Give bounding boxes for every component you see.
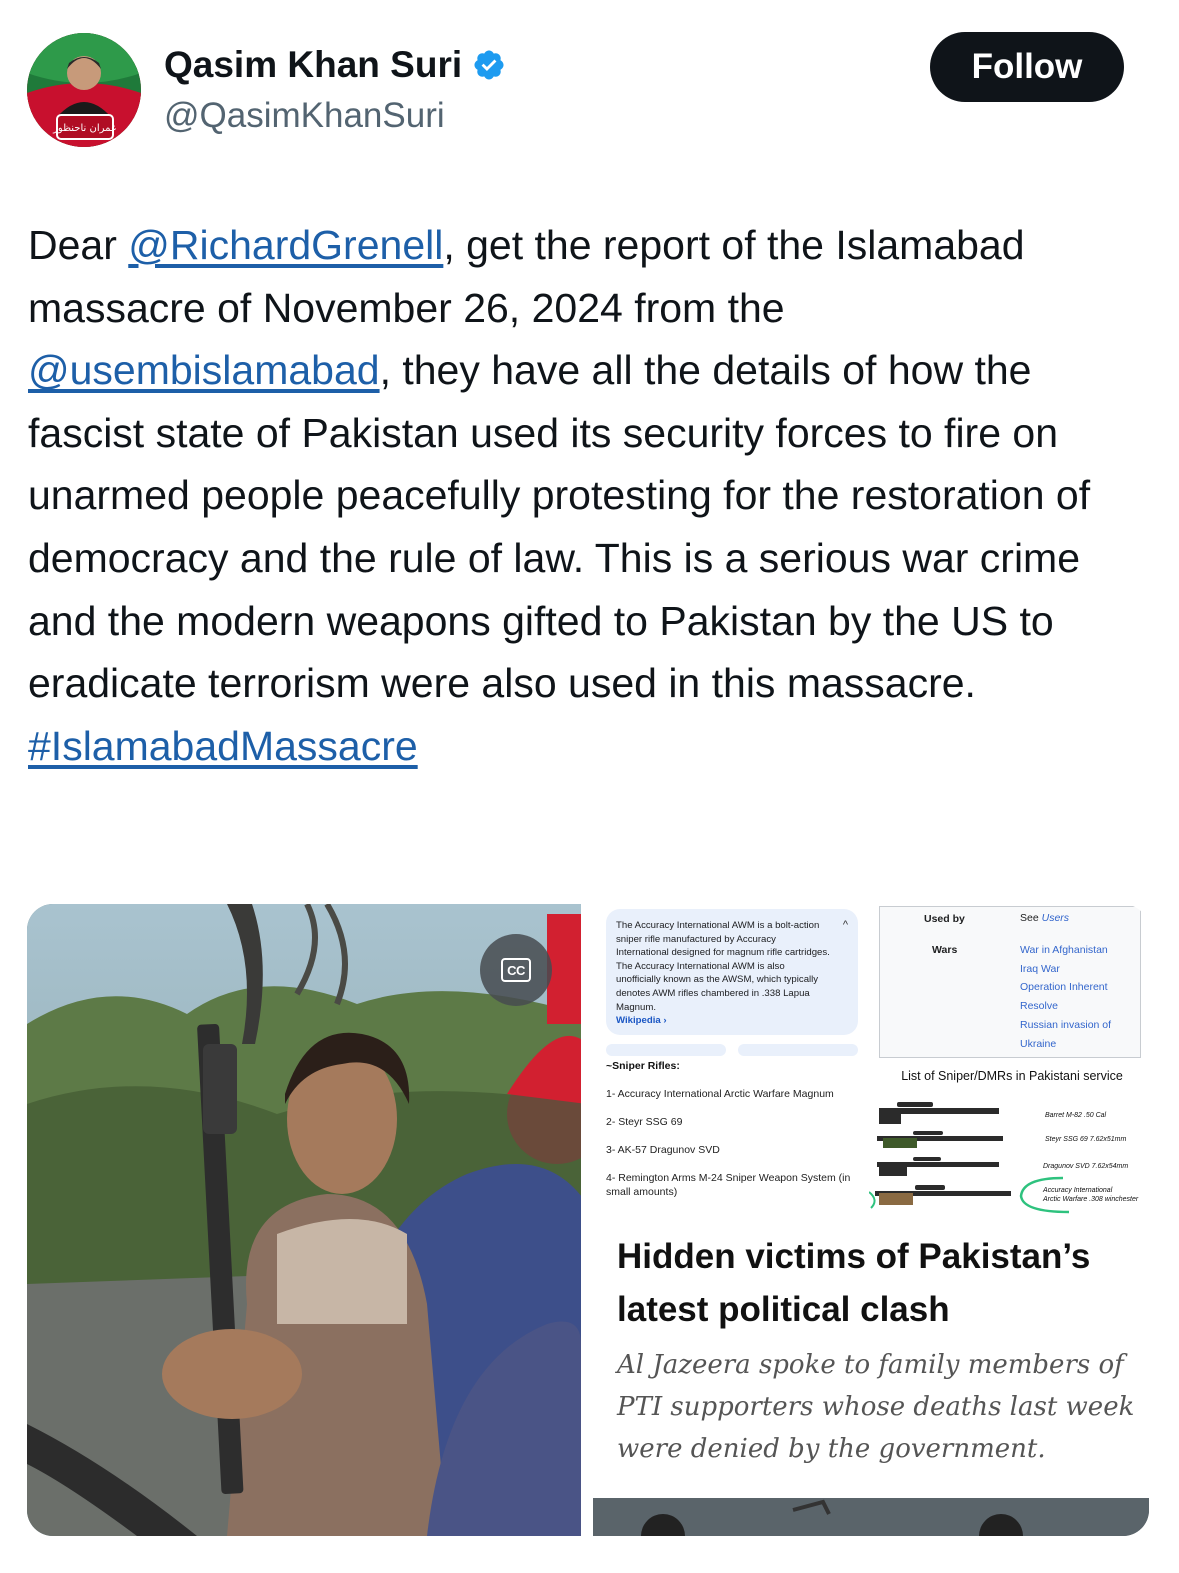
infobox-used-by-label: Used by <box>924 913 965 925</box>
sniper-list-item: 4- Remington Arms M-24 Sniper Weapon Sys… <box>606 1172 851 1198</box>
tweet-text-part: Dear <box>28 222 129 268</box>
sniper-list-item: 3- AK-57 Dragunov SVD <box>606 1144 720 1156</box>
highlight-circle-icon <box>1019 1176 1070 1214</box>
search-chip <box>606 1044 726 1056</box>
article-photo-strip <box>593 1498 1149 1536</box>
weapons-list-title: List of Sniper/DMRs in Pakistani service <box>901 1069 1123 1083</box>
article-photo <box>593 1498 1149 1536</box>
author-name[interactable]: Qasim Khan Suri <box>164 44 462 86</box>
mention-usembislamabad[interactable]: @usembislamabad <box>28 347 380 393</box>
verified-badge-icon <box>474 50 504 80</box>
closed-captions-icon: CC <box>501 958 531 982</box>
captions-button[interactable]: CC <box>480 934 552 1006</box>
avatar-image: عمران ناحنظور <box>27 33 141 147</box>
search-chip <box>738 1044 858 1056</box>
infobox-war-item: Resolve <box>1020 1000 1058 1013</box>
hashtag-link[interactable]: #IslamabadMassacre <box>28 723 418 769</box>
author-handle[interactable]: @QasimKhanSuri <box>164 96 445 136</box>
video-thumbnail[interactable]: CC <box>27 904 581 1536</box>
infobox-war-item: Ukraine <box>1020 1037 1057 1050</box>
author-name-row[interactable]: Qasim Khan Suri <box>164 44 506 86</box>
rifle-images <box>869 1102 1011 1209</box>
infobox-war-item: Iraq War <box>1020 962 1060 975</box>
rifle-label: Barret M-82 .50 Cal <box>1045 1112 1107 1119</box>
tweet-text-part: , they have all the details of how the f… <box>28 347 1091 707</box>
wiki-source-link: Wikipedia › <box>616 1015 667 1027</box>
infobox-war-item: Russian invasion of <box>1020 1018 1112 1031</box>
follow-button[interactable]: Follow <box>930 32 1124 102</box>
infobox-used-by-value: See Users <box>1020 912 1070 924</box>
infobox-war-item: Operation Inherent <box>1020 981 1108 994</box>
wiki-infobox: Used by See Users Wars War in Afghanista… <box>879 906 1141 1058</box>
tweet-text: Dear @RichardGrenell, get the report of … <box>28 214 1153 777</box>
infobox-war-item: War in Afghanistan <box>1020 944 1108 956</box>
infobox-wars-list: War in Afghanistan Iraq War Operation In… <box>1020 941 1111 1053</box>
media-grid: CC ^ The Accuracy International AWM is a… <box>27 904 1149 1536</box>
article-headline: Hidden victims of Pakistan’s latest poli… <box>617 1237 1091 1329</box>
tweet-header: عمران ناحنظور Qasim Khan Suri @QasimKhan… <box>0 0 1179 170</box>
wiki-snippet-card: ^ The Accuracy International AWM is a bo… <box>606 909 858 1035</box>
article-collage-image[interactable]: ^ The Accuracy International AWM is a bo… <box>593 904 1149 1536</box>
sniper-list-item: 2- Steyr SSG 69 <box>606 1116 683 1128</box>
article-subhead: Al Jazeera spoke to family members of PT… <box>617 1350 1135 1464</box>
sniper-list-item: 1- Accuracy International Arctic Warfare… <box>606 1088 834 1100</box>
wiki-snippet-text: The Accuracy International AWM is a bolt… <box>616 920 830 1013</box>
avatar-badge-text: عمران ناحنظور <box>52 123 117 134</box>
author-avatar[interactable]: عمران ناحنظور <box>27 33 141 147</box>
infobox-wars-label: Wars <box>932 944 958 956</box>
rifle-label: Steyr SSG 69 7.62x51mm <box>1045 1136 1127 1143</box>
sniper-list-title: ~Sniper Rifles: <box>606 1060 680 1072</box>
mention-richardgrenell[interactable]: @RichardGrenell <box>128 222 443 268</box>
chevron-up-icon: ^ <box>842 919 848 931</box>
rifle-label: Dragunov SVD 7.62x54mm <box>1043 1163 1129 1170</box>
